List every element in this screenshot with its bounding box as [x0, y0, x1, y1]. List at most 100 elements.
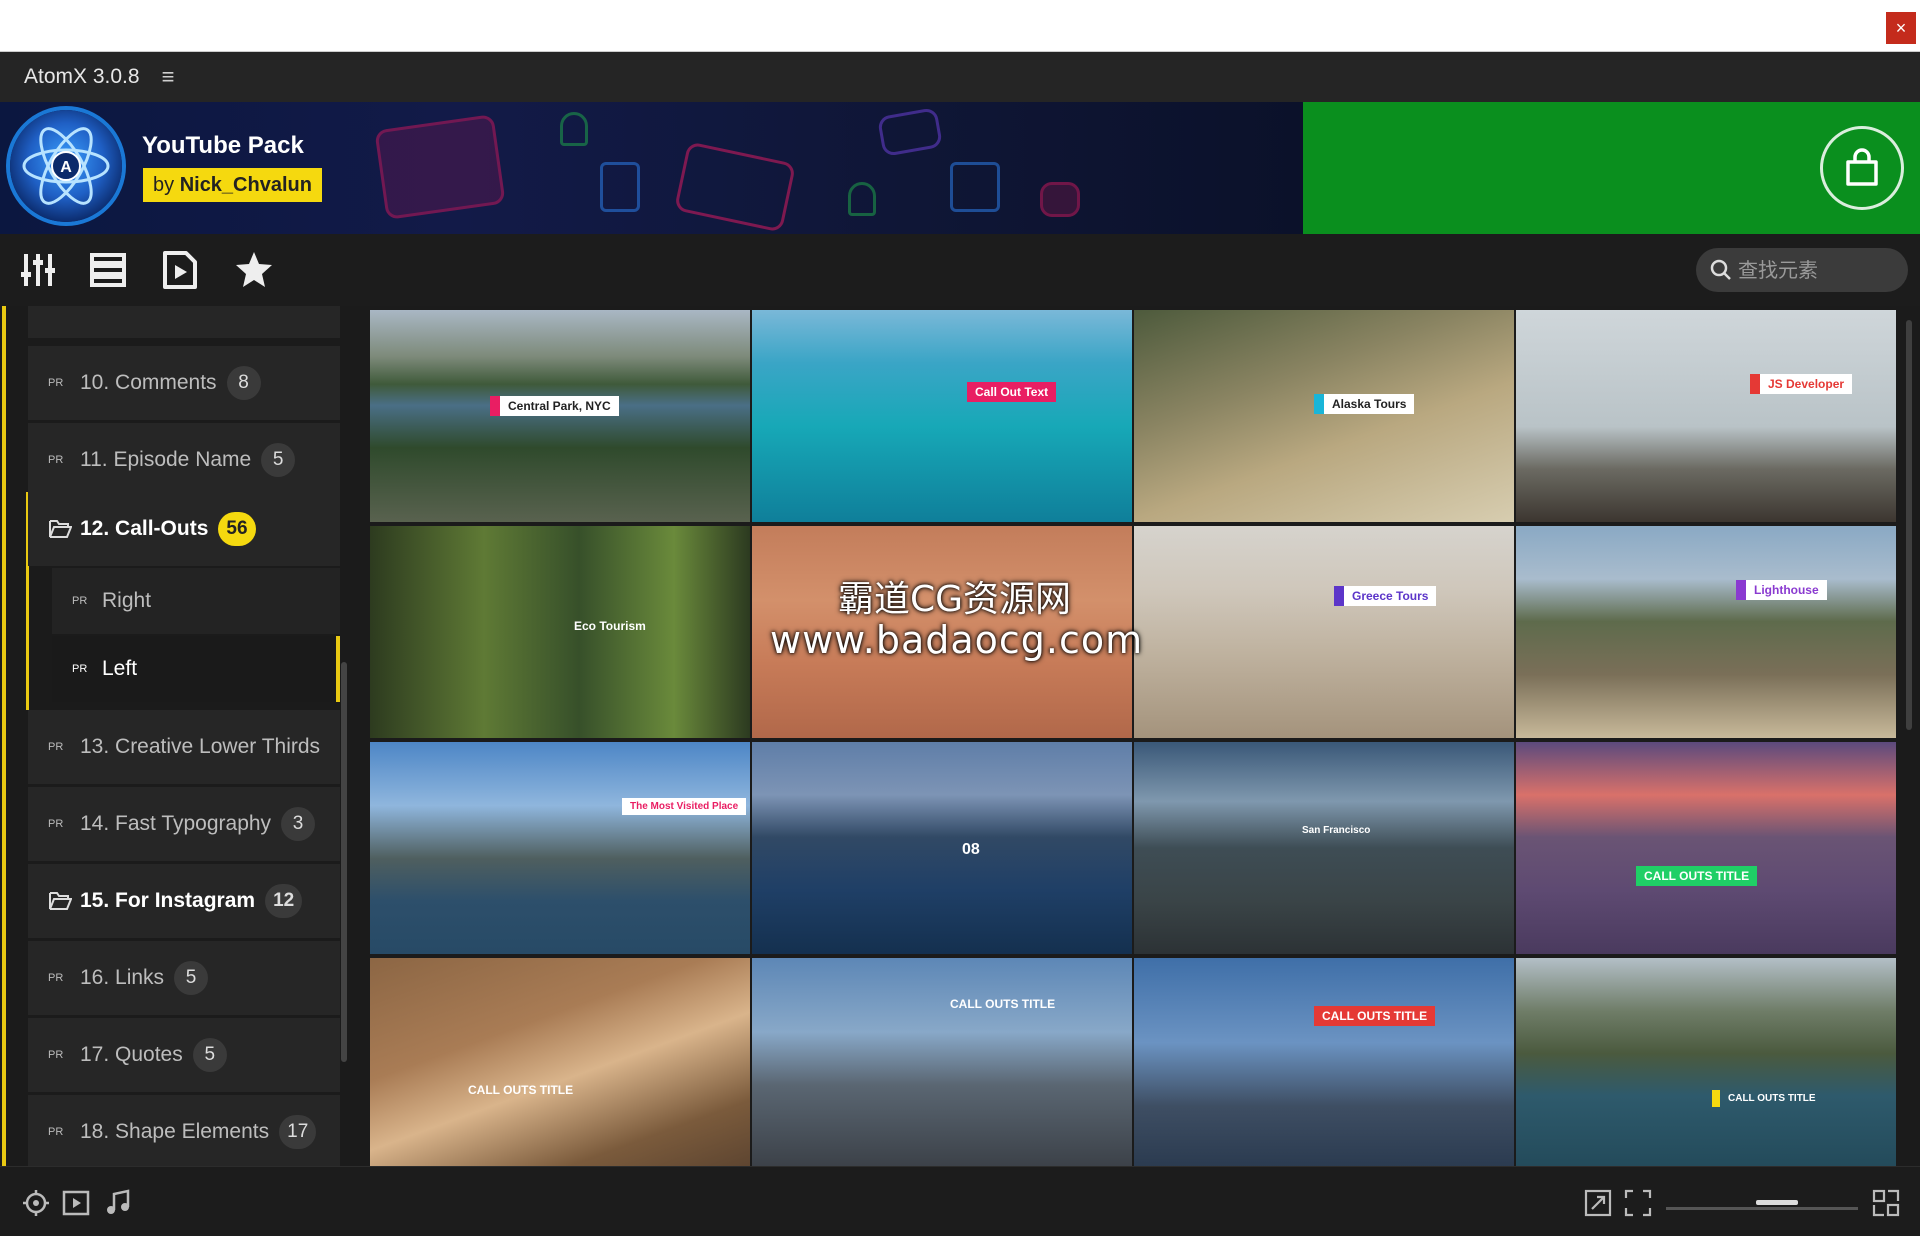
thumbnail-caption: 08	[962, 841, 980, 858]
sidebar-item-comments[interactable]: PR 10. Comments 8	[28, 346, 340, 420]
video-file-icon[interactable]	[160, 250, 200, 290]
thumbnail-caption: CALL OUTS TITLE	[1636, 866, 1758, 886]
zoom-slider-handle[interactable]	[1756, 1200, 1798, 1205]
template-grid: Central Park, NYC Call Out Text Alaska T…	[368, 308, 1896, 1166]
thumbnail-caption: Greece Tours	[1334, 586, 1437, 606]
template-thumbnail[interactable]: San Francisco	[1134, 742, 1514, 954]
sidebar-scrollbar[interactable]	[341, 662, 347, 1062]
template-thumbnail[interactable]: Lighthouse	[1516, 526, 1896, 738]
pack-author[interactable]: by Nick_Chvalun	[143, 168, 322, 202]
play-icon[interactable]	[62, 1189, 90, 1217]
premiere-file-icon: PR	[48, 454, 64, 466]
close-window-button[interactable]: ×	[1886, 12, 1916, 44]
pack-logo: A	[10, 110, 122, 222]
zoom-slider-track[interactable]	[1666, 1207, 1858, 1210]
template-thumbnail[interactable]: CALL OUTS TITLE	[752, 958, 1132, 1166]
sidebar-item-label: 14. Fast Typography	[80, 812, 272, 835]
thumbnail-caption: Central Park, NYC	[490, 396, 619, 416]
count-badge: 5	[174, 961, 209, 995]
star-icon[interactable]	[234, 250, 274, 290]
music-icon[interactable]	[104, 1189, 132, 1217]
sidebar-item-creative-lower-thirds[interactable]: PR 13. Creative Lower Thirds	[28, 710, 340, 784]
count-badge: 5	[192, 1038, 227, 1072]
target-icon[interactable]	[22, 1189, 50, 1217]
list-icon[interactable]	[88, 250, 128, 290]
template-thumbnail[interactable]: Eco Tourism	[370, 526, 750, 738]
sidebar-item-for-instagram[interactable]: 15. For Instagram 12	[28, 864, 340, 938]
count-badge: 3	[281, 807, 316, 841]
template-thumbnail[interactable]: Greece Tours	[1134, 526, 1514, 738]
template-thumbnail[interactable]: CALL OUTS TITLE	[1134, 958, 1514, 1166]
thumbnail-caption: Alaska Tours	[1314, 394, 1415, 414]
template-thumbnail[interactable]: CALL OUTS TITLE	[370, 958, 750, 1166]
count-badge: 8	[226, 366, 261, 400]
count-badge: 17	[279, 1115, 317, 1149]
template-thumbnail[interactable]: 08	[752, 742, 1132, 954]
thumbnail-caption: CALL OUTS TITLE	[1712, 1090, 1824, 1107]
sidebar-item-label: 15. For Instagram	[80, 889, 256, 912]
thumbnail-caption: Call Out Text	[967, 382, 1057, 402]
template-thumbnail[interactable]: CALL OUTS TITLE	[1516, 742, 1896, 954]
sidebar-item-label: 16. Links	[80, 966, 165, 989]
thumbnail-caption: Eco Tourism	[574, 619, 646, 633]
banner-artwork: A YouTube Pack by Nick_Chvalun	[0, 102, 1303, 234]
pack-title: YouTube Pack	[142, 132, 304, 159]
sidebar-item-label: 12. Call-Outs	[80, 517, 209, 540]
sidebar-item-label: 11. Episode Name	[80, 448, 252, 471]
count-badge: 56	[218, 512, 256, 546]
thumbnail-caption: San Francisco	[1302, 825, 1371, 836]
svg-text:A: A	[60, 159, 72, 176]
thumbnail-caption: CALL OUTS TITLE	[950, 997, 1056, 1011]
thumbnail-caption: CALL OUTS TITLE	[1314, 1006, 1436, 1026]
template-thumbnail[interactable]: JS Developer	[1516, 310, 1896, 522]
sidebar-accent-bar	[2, 306, 6, 1166]
sliders-icon[interactable]	[18, 250, 58, 290]
bell-icon-2	[848, 182, 876, 216]
search-box[interactable]	[1696, 248, 1908, 292]
sidebar-item-fast-typography[interactable]: PR 14. Fast Typography 3	[28, 787, 340, 861]
watermark-title: 霸道CG资源网	[838, 579, 1072, 620]
expand-icon[interactable]	[1584, 1189, 1612, 1217]
grid-scrollbar[interactable]	[1906, 320, 1912, 730]
pack-banner: A YouTube Pack by Nick_Chvalun	[0, 102, 1920, 234]
sidebar-item-call-outs[interactable]: 12. Call-Outs 56	[28, 492, 340, 566]
premiere-file-icon: PR	[48, 818, 64, 830]
template-thumbnail[interactable]: Alaska Tours	[1134, 310, 1514, 522]
toolbar	[0, 234, 1920, 306]
shopping-bag-icon	[1846, 148, 1878, 186]
sidebar-item-links[interactable]: PR 16. Links 5	[28, 941, 340, 1015]
author-prefix: by	[153, 174, 175, 196]
premiere-file-icon: PR	[48, 972, 64, 984]
search-input[interactable]	[1738, 258, 1908, 282]
folder-open-icon	[48, 518, 74, 540]
grid-size-icon[interactable]	[1872, 1189, 1900, 1217]
play-small-icon	[876, 107, 944, 157]
store-button[interactable]	[1820, 126, 1904, 210]
like-icon	[600, 162, 640, 212]
watermark-url: www.badaocg.com	[770, 618, 1144, 662]
thumbnail-caption: JS Developer	[1750, 374, 1853, 394]
template-thumbnail[interactable]: CALL OUTS TITLE	[1516, 958, 1896, 1166]
like-icon-2	[950, 162, 1000, 212]
premiere-file-icon: PR	[48, 377, 64, 389]
fullscreen-icon[interactable]	[1624, 1189, 1652, 1217]
sidebar-item-quotes[interactable]: PR 17. Quotes 5	[28, 1018, 340, 1092]
sidebar-subitem-label: Right	[102, 589, 152, 612]
sidebar-subitem-label: Left	[102, 657, 138, 680]
app-root: × AtomX 3.0.8 ≡ A YouTube Pack by Nick_C…	[0, 0, 1920, 1236]
template-thumbnail[interactable]: Call Out Text	[752, 310, 1132, 522]
bell-icon	[560, 112, 588, 146]
hamburger-icon[interactable]: ≡	[162, 64, 175, 90]
author-name: Nick_Chvalun	[179, 174, 312, 196]
count-badge: 12	[265, 884, 303, 918]
thumbnail-caption: The Most Visited Place	[622, 798, 747, 815]
premiere-file-icon: PR	[72, 595, 88, 607]
premiere-file-icon: PR	[72, 663, 88, 675]
sidebar-item-partial[interactable]	[28, 306, 340, 338]
sidebar-item-shape-elements[interactable]: PR 18. Shape Elements 17	[28, 1095, 340, 1166]
sidebar-subitem-right[interactable]: PR Right	[52, 568, 340, 634]
template-thumbnail[interactable]: The Most Visited Place	[370, 742, 750, 954]
sidebar-item-episode-name[interactable]: PR 11. Episode Name 5	[28, 423, 340, 497]
sidebar-subitem-left[interactable]: PR Left	[52, 636, 340, 702]
template-thumbnail[interactable]: Central Park, NYC	[370, 310, 750, 522]
